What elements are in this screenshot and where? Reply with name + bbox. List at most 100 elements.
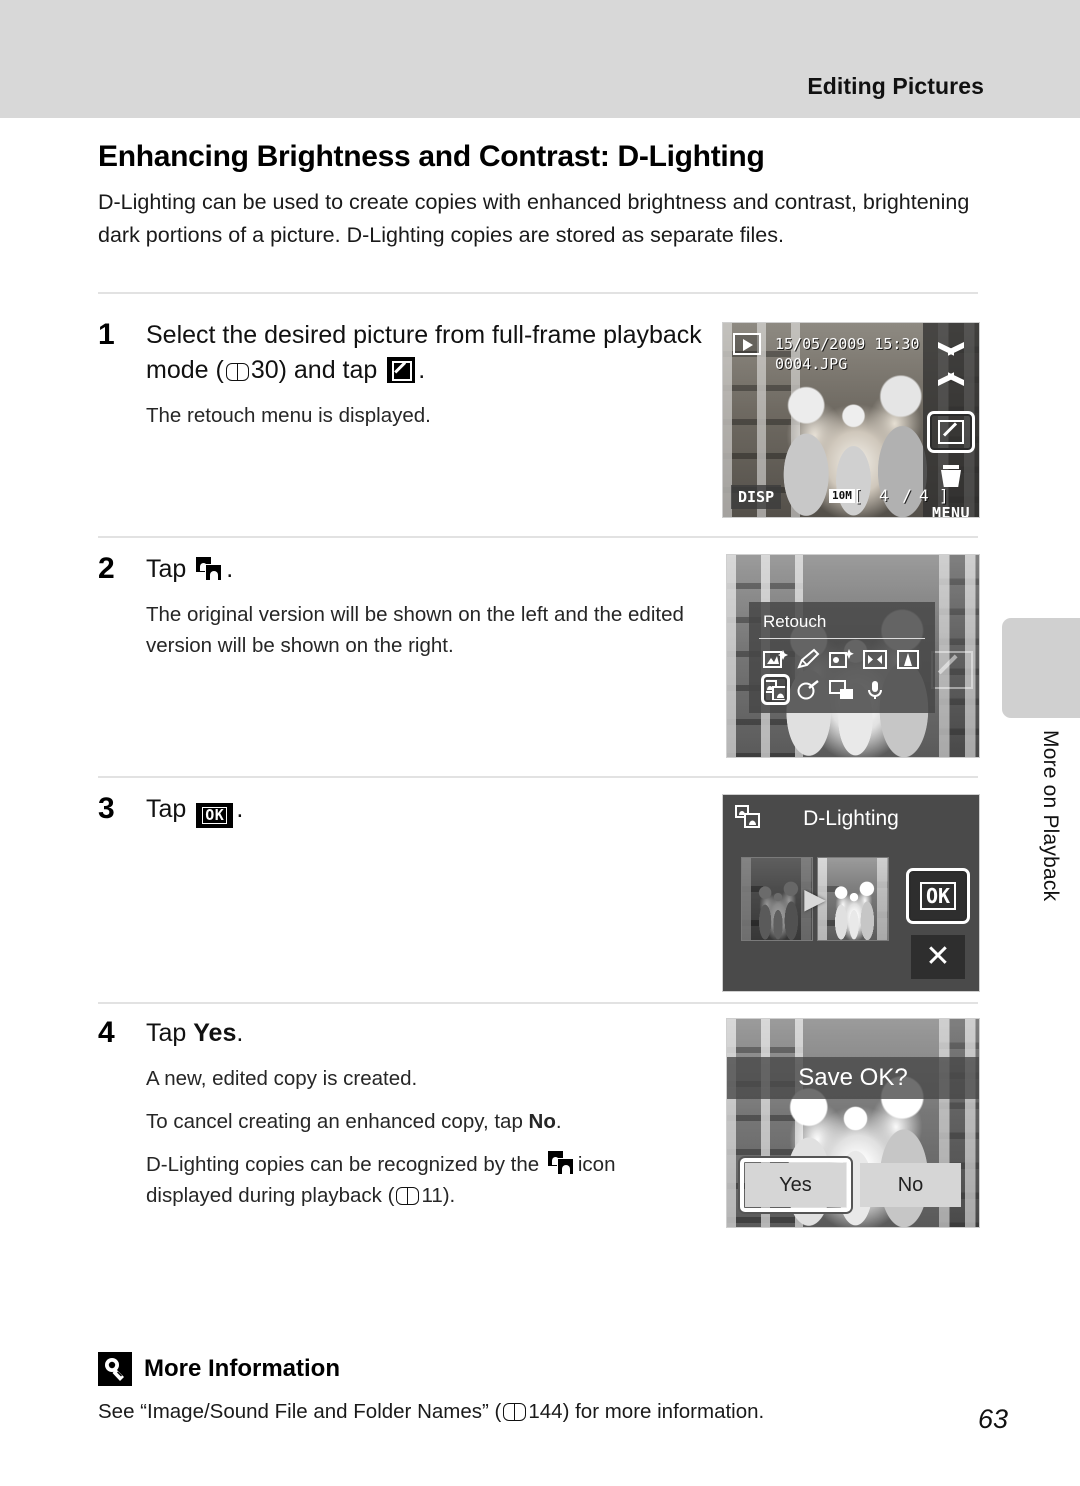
step-3-text-b: . bbox=[236, 795, 244, 823]
photo-backdrop bbox=[818, 858, 888, 940]
page-header: Editing Pictures bbox=[0, 0, 1080, 118]
delete-button[interactable] bbox=[927, 456, 975, 496]
d-lighting-icon bbox=[196, 557, 223, 581]
ok-icon: OK bbox=[196, 803, 234, 828]
step-1-page-ref: 30 bbox=[250, 356, 279, 384]
perspective-control-icon bbox=[863, 649, 888, 669]
filter-effects-icon bbox=[797, 679, 819, 699]
screen-playback-mode[interactable]: 15/05/2009 15:30 0004.JPG MENU DISP 10M … bbox=[722, 322, 980, 518]
manual-page: Editing Pictures Enhancing Brightness an… bbox=[0, 0, 1080, 1486]
save-confirm-buttons: Yes No bbox=[740, 1158, 961, 1212]
step-4-instruction: Tap Yes. bbox=[146, 1016, 708, 1051]
step-4-number: 4 bbox=[98, 1016, 115, 1049]
step-4-note-2: To cancel creating an enhanced copy, tap… bbox=[146, 1106, 708, 1137]
step-4-note-3-line2: displayed during playback ( bbox=[146, 1184, 395, 1207]
no-button-label: No bbox=[897, 1173, 924, 1196]
menu-item-small-picture[interactable] bbox=[825, 676, 858, 703]
photo-subjects bbox=[830, 876, 877, 940]
skin-softening-icon bbox=[828, 648, 854, 668]
menu-button-label: MENU bbox=[931, 504, 971, 518]
menu-item-quick-retouch[interactable] bbox=[759, 645, 792, 672]
step-2-note: The original version will be shown on th… bbox=[146, 603, 684, 657]
step-3-instruction: Tap OK. bbox=[146, 792, 708, 828]
step-1: 1 Select the desired picture from full-f… bbox=[98, 318, 708, 431]
lightbulb-icon bbox=[98, 1352, 132, 1386]
no-button[interactable]: No bbox=[860, 1163, 961, 1207]
book-reference-icon bbox=[503, 1403, 527, 1421]
scroll-up-button[interactable] bbox=[927, 329, 975, 369]
step-4-note-1: A new, edited copy is created. bbox=[146, 1067, 418, 1090]
menu-button[interactable]: MENU bbox=[927, 493, 975, 518]
more-information-title: More Information bbox=[144, 1355, 340, 1382]
menu-item-skin-softening[interactable] bbox=[825, 645, 858, 672]
step-4-no-label: No bbox=[528, 1110, 556, 1133]
page-title: Enhancing Brightness and Contrast: D-Lig… bbox=[98, 140, 765, 173]
retouch-icon bbox=[938, 420, 964, 444]
frame-counter-current: 4 / bbox=[879, 486, 914, 505]
more-info-suffix: ) for more information. bbox=[562, 1400, 765, 1423]
disp-button[interactable]: DISP bbox=[731, 485, 782, 509]
step-2: 2 Tap . The original version will be sho… bbox=[98, 552, 708, 661]
transform-arrow-icon: ▶ bbox=[804, 883, 826, 914]
step-2-number: 2 bbox=[98, 552, 115, 585]
photo-subjects bbox=[754, 876, 801, 940]
menu-item-filter-effects[interactable] bbox=[792, 676, 825, 703]
screen-retouch-menu[interactable]: Retouch bbox=[726, 554, 980, 758]
frame-counter-open: [ bbox=[853, 486, 865, 505]
d-lighting-icon bbox=[547, 1151, 575, 1175]
cancel-button[interactable]: ✕ bbox=[911, 935, 965, 979]
step-3-number: 3 bbox=[98, 792, 115, 825]
step-4-text-a: Tap bbox=[146, 1019, 187, 1047]
step-4-text-b: . bbox=[236, 1019, 244, 1047]
menu-item-perspective-control[interactable] bbox=[859, 645, 892, 672]
retouch-icon-grid bbox=[759, 645, 925, 705]
photo-backdrop bbox=[742, 858, 812, 940]
menu-item-voice-memo[interactable] bbox=[859, 676, 892, 703]
menu-item-contrast[interactable] bbox=[892, 645, 925, 672]
retouch-menu-panel: Retouch bbox=[749, 602, 935, 713]
scroll-down-button[interactable] bbox=[927, 367, 975, 407]
retouch-menu-title: Retouch bbox=[759, 610, 925, 639]
d-lighting-title: D-Lighting bbox=[803, 807, 899, 830]
quick-retouch-icon bbox=[762, 649, 788, 668]
step-3: 3 Tap OK. bbox=[98, 792, 708, 828]
section-title: Editing Pictures bbox=[807, 73, 984, 99]
ok-button-label: OK bbox=[919, 882, 957, 910]
d-lighting-comparison: ▶ bbox=[741, 857, 889, 941]
divider-4 bbox=[98, 1002, 978, 1004]
trash-icon bbox=[939, 464, 963, 488]
step-4-note-3-mid: icon bbox=[577, 1153, 616, 1176]
page-number: 63 bbox=[977, 1404, 1008, 1434]
more-info-prefix: See “Image/Sound File and Folder Names” … bbox=[98, 1400, 502, 1423]
more-information-heading: More Information bbox=[98, 1352, 340, 1386]
step-1-text-b: ) and tap bbox=[278, 356, 378, 384]
menu-item-d-lighting[interactable] bbox=[759, 674, 792, 705]
retouch-button[interactable] bbox=[927, 412, 975, 452]
file-name: 0004.JPG bbox=[775, 355, 848, 373]
step-4-note-2-suffix: . bbox=[555, 1110, 562, 1133]
divider-3 bbox=[98, 776, 978, 778]
paint-icon bbox=[797, 648, 820, 668]
play-icon bbox=[733, 333, 761, 355]
screen-save-confirmation[interactable]: Save OK? Yes No bbox=[726, 1018, 980, 1228]
book-reference-icon bbox=[396, 1187, 420, 1205]
chapter-tab-label: More on Playback bbox=[1039, 730, 1062, 902]
ok-button[interactable]: OK bbox=[911, 873, 965, 919]
d-lighting-dialog: D-Lighting ▶ OK ✕ bbox=[723, 795, 979, 991]
step-3-text-a: Tap bbox=[146, 795, 187, 823]
more-information-body: See “Image/Sound File and Folder Names” … bbox=[98, 1400, 898, 1424]
more-info-ref: 144 bbox=[528, 1400, 563, 1423]
original-thumbnail bbox=[741, 857, 813, 941]
frame-counter-total: 4 bbox=[919, 486, 931, 505]
step-4-note-3: D-Lighting copies can be recognized by t… bbox=[146, 1149, 708, 1211]
step-4-note-3-suffix: ). bbox=[442, 1184, 456, 1207]
divider-1 bbox=[98, 292, 978, 294]
d-lighting-header: D-Lighting bbox=[723, 795, 979, 841]
yes-button[interactable]: Yes bbox=[740, 1158, 851, 1212]
menu-item-paint[interactable] bbox=[792, 645, 825, 672]
intro-paragraph: D-Lighting can be used to create copies … bbox=[98, 190, 970, 247]
screen-d-lighting-preview[interactable]: D-Lighting ▶ OK ✕ bbox=[722, 794, 980, 992]
divider-2 bbox=[98, 536, 978, 538]
step-4-yes-label: Yes bbox=[193, 1019, 237, 1047]
save-prompt-banner: Save OK? bbox=[727, 1057, 979, 1099]
